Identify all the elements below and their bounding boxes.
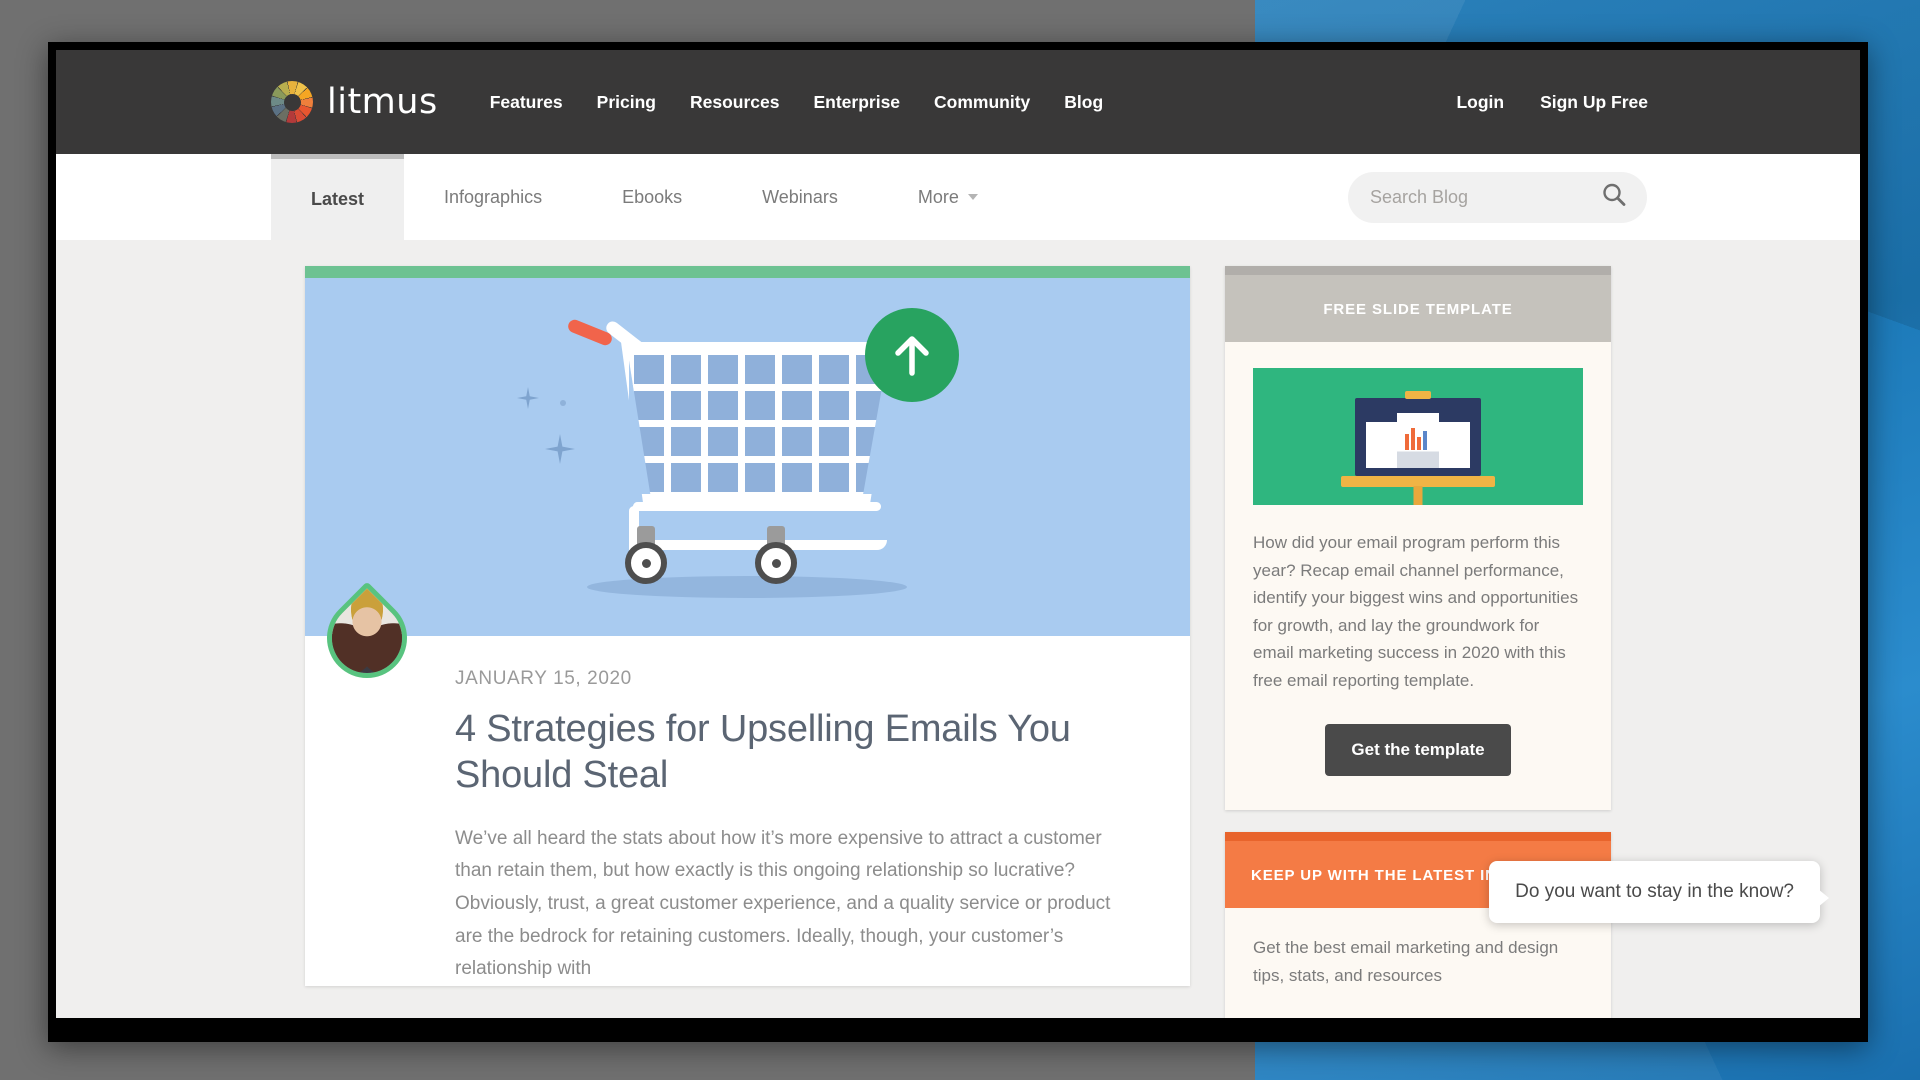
tab-more-label: More bbox=[917, 186, 959, 207]
tab-latest[interactable]: Latest bbox=[271, 154, 405, 240]
login-link[interactable]: Login bbox=[1456, 92, 1504, 113]
nav-item-resources[interactable]: Resources bbox=[690, 92, 780, 113]
blog-tabs: Latest Infographics Ebooks Webinars More bbox=[271, 154, 1018, 240]
article-hero-image bbox=[305, 278, 1190, 636]
logo-wordmark: litmus bbox=[327, 82, 438, 122]
blog-tab-bar: Latest Infographics Ebooks Webinars More bbox=[56, 154, 1860, 240]
screen-feet bbox=[1372, 503, 1464, 505]
tab-more[interactable]: More bbox=[878, 154, 1018, 240]
chat-prompt-message: Do you want to stay in the know? bbox=[1515, 881, 1794, 902]
article-title[interactable]: 4 Strategies for Upselling Emails You Sh… bbox=[455, 706, 1126, 799]
cart-basket-bottom bbox=[633, 502, 881, 511]
article-body: JANUARY 15, 2020 4 Strategies for Upsell… bbox=[455, 636, 1190, 986]
tab-ebooks[interactable]: Ebooks bbox=[582, 154, 722, 240]
cart-axle bbox=[629, 540, 887, 550]
chat-prompt-bubble[interactable]: Do you want to stay in the know? bbox=[1489, 861, 1829, 923]
dot-decoration bbox=[560, 400, 566, 406]
nav-item-features[interactable]: Features bbox=[490, 92, 563, 113]
tab-infographics-label: Infographics bbox=[444, 186, 543, 207]
tab-latest-label: Latest bbox=[311, 189, 365, 209]
cart-basket-frame bbox=[621, 342, 895, 502]
main-navigation: Features Pricing Resources Enterprise Co… bbox=[490, 92, 1103, 113]
slide-widget-body: How did your email program perform this … bbox=[1225, 342, 1611, 811]
newsletter-widget-description: Get the best email marketing and design … bbox=[1253, 938, 1559, 985]
browser-window: litmus Features Pricing Resources Enterp… bbox=[48, 42, 1868, 1042]
free-slide-template-widget: FREE SLIDE TEMPLATE How did your email p… bbox=[1225, 266, 1611, 811]
content-column: JANUARY 15, 2020 4 Strategies for Upsell… bbox=[305, 266, 1190, 1018]
search-input[interactable] bbox=[1348, 171, 1647, 223]
screen-leg bbox=[1413, 485, 1423, 505]
sparkle-icon bbox=[517, 387, 539, 409]
article-author-column bbox=[305, 581, 455, 986]
newsletter-widget-body: Get the best email marketing and design … bbox=[1225, 908, 1611, 1018]
tab-ebooks-label: Ebooks bbox=[622, 186, 683, 207]
desktop-background: litmus Features Pricing Resources Enterp… bbox=[0, 0, 1920, 1080]
blog-search bbox=[1348, 171, 1647, 223]
nav-item-community[interactable]: Community bbox=[934, 92, 1030, 113]
page-viewport: litmus Features Pricing Resources Enterp… bbox=[56, 50, 1860, 1018]
up-arrow-badge bbox=[865, 308, 959, 402]
cart-handle-grip bbox=[566, 317, 614, 348]
nav-item-pricing[interactable]: Pricing bbox=[597, 92, 656, 113]
tab-webinars-label: Webinars bbox=[762, 186, 838, 207]
arrow-up-icon bbox=[895, 336, 929, 376]
nav-item-enterprise[interactable]: Enterprise bbox=[813, 92, 900, 113]
shopping-cart-illustration bbox=[566, 308, 959, 598]
cart-wheel bbox=[625, 542, 667, 584]
signup-button[interactable]: Sign Up Free bbox=[1540, 92, 1648, 113]
article-accent-bar bbox=[305, 266, 1190, 278]
article-date: JANUARY 15, 2020 bbox=[455, 668, 632, 689]
cart-wheel bbox=[755, 542, 797, 584]
article-text-row: JANUARY 15, 2020 4 Strategies for Upsell… bbox=[305, 581, 1190, 986]
presentation-screen-illustration bbox=[1253, 368, 1583, 505]
site-logo[interactable]: litmus bbox=[271, 81, 438, 123]
slide-widget-description: How did your email program perform this … bbox=[1253, 533, 1579, 690]
slide-page bbox=[1366, 421, 1400, 468]
tab-webinars[interactable]: Webinars bbox=[722, 154, 878, 240]
slide-widget-heading: FREE SLIDE TEMPLATE bbox=[1225, 266, 1611, 342]
nav-item-blog[interactable]: Blog bbox=[1064, 92, 1103, 113]
featured-article-card[interactable]: JANUARY 15, 2020 4 Strategies for Upsell… bbox=[305, 266, 1190, 987]
site-header: litmus Features Pricing Resources Enterp… bbox=[56, 50, 1860, 154]
litmus-color-wheel-icon bbox=[271, 81, 313, 123]
presentation-screen bbox=[1341, 390, 1495, 505]
chevron-down-icon bbox=[967, 194, 978, 200]
get-the-template-button[interactable]: Get the template bbox=[1325, 724, 1511, 777]
tab-infographics[interactable]: Infographics bbox=[404, 154, 582, 240]
slide-page-front bbox=[1397, 412, 1439, 468]
auth-navigation: Login Sign Up Free bbox=[1456, 92, 1648, 113]
slide-page bbox=[1436, 421, 1470, 468]
article-excerpt: We’ve all heard the stats about how it’s… bbox=[455, 827, 1111, 980]
screen-clip bbox=[1405, 390, 1431, 399]
